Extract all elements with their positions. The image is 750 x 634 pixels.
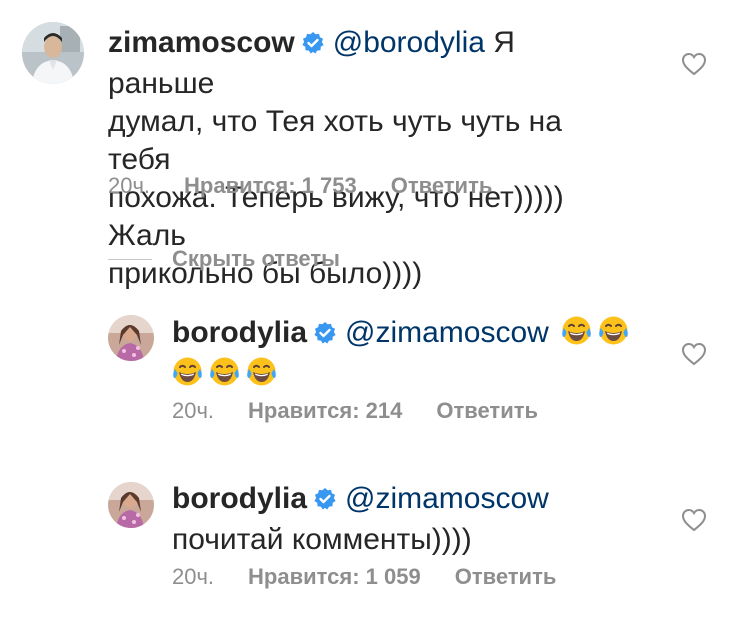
face-with-tears-of-joy-icon <box>598 315 629 346</box>
face-with-tears-of-joy-icon <box>561 315 592 346</box>
reply-button[interactable]: Ответить <box>455 564 557 590</box>
comment-meta: 20ч. Нравится: 1 753 Ответить <box>108 173 492 199</box>
comment-meta: 20ч. Нравится: 1 059 Ответить <box>172 564 556 590</box>
hide-replies-label[interactable]: Скрыть ответы <box>172 246 340 272</box>
comment-time: 20ч. <box>108 173 151 198</box>
face-with-tears-of-joy-icon <box>172 356 203 387</box>
comment-meta: 20ч. Нравится: 214 Ответить <box>172 398 538 424</box>
reply-button[interactable]: Ответить <box>436 398 538 424</box>
comment-mention[interactable]: @zimamoscow <box>345 316 549 349</box>
comment-username[interactable]: borodylia <box>172 316 307 349</box>
verified-badge-icon <box>313 483 337 521</box>
comment-body-line-2: думал, что Тея хоть чуть чуть на тебя <box>108 105 562 176</box>
avatar[interactable] <box>22 22 84 84</box>
verified-badge-icon <box>301 27 325 65</box>
like-heart-icon[interactable] <box>681 342 707 366</box>
comment-username[interactable]: zimamoscow <box>108 26 295 59</box>
like-heart-icon[interactable] <box>681 52 707 76</box>
like-heart-icon[interactable] <box>681 508 707 532</box>
comment-likes[interactable]: Нравится: 214 <box>248 398 402 424</box>
face-with-tears-of-joy-icon <box>246 356 277 387</box>
comment-text: borodylia @zimamoscow <box>172 314 652 393</box>
reply-button[interactable]: Ответить <box>391 173 493 199</box>
divider-line <box>108 258 152 260</box>
comment-username[interactable]: borodylia <box>172 482 307 515</box>
comment-time: 20ч. <box>172 398 215 423</box>
comment-text: borodylia @zimamoscow почитай комменты)))… <box>172 480 652 559</box>
comment-time: 20ч. <box>172 564 215 589</box>
avatar[interactable] <box>108 315 154 361</box>
comment-body: почитай комменты)))) <box>172 523 472 556</box>
comment-likes[interactable]: Нравится: 1 753 <box>184 173 357 199</box>
avatar[interactable] <box>108 482 154 528</box>
comment-likes[interactable]: Нравится: 1 059 <box>248 564 421 590</box>
comment-mention[interactable]: @zimamoscow <box>345 482 549 515</box>
face-with-tears-of-joy-icon <box>209 356 240 387</box>
comment-mention[interactable]: @borodylia <box>333 26 485 59</box>
verified-badge-icon <box>313 317 337 355</box>
hide-replies-toggle[interactable]: Скрыть ответы <box>108 246 340 272</box>
